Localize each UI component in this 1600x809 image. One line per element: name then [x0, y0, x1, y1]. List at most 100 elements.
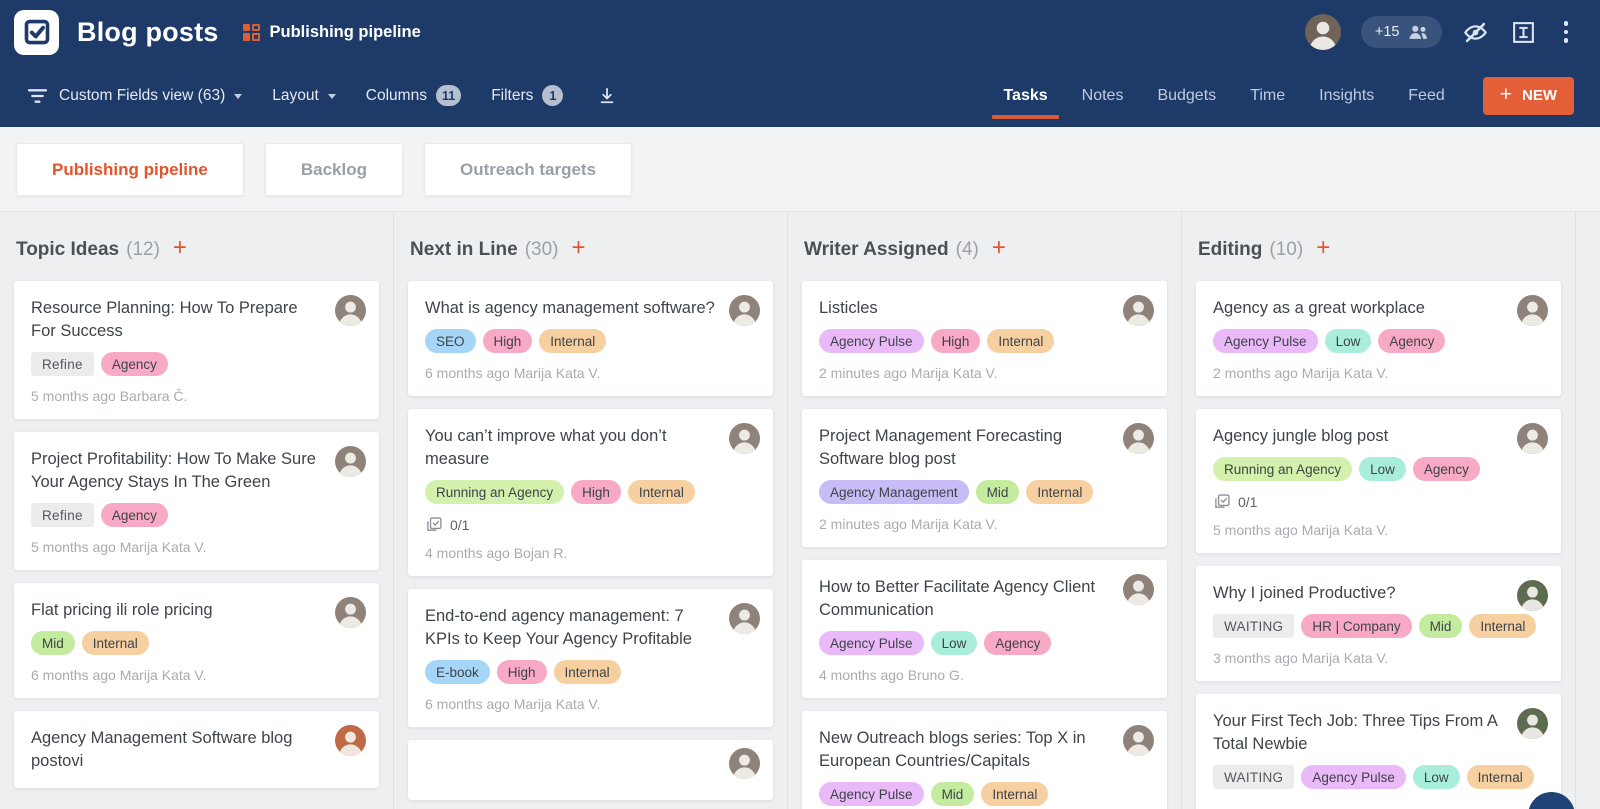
task-meta: 4 months ago Bruno G.: [819, 667, 964, 683]
tag: Agency Management: [819, 480, 969, 504]
task-card[interactable]: You can’t improve what you don’t measure…: [408, 409, 773, 576]
view-tab-backlog[interactable]: Backlog: [264, 143, 403, 196]
person-silhouette-icon: [1520, 586, 1545, 611]
column-count: (10): [1269, 239, 1304, 260]
task-card[interactable]: Flat pricing ili role pricing Mid Intern…: [14, 583, 379, 698]
kanban-column-writer-assigned: Writer Assigned (4) + Listicles Agency P…: [788, 212, 1182, 809]
download-icon: [601, 87, 614, 103]
task-card[interactable]: Listicles Agency Pulse High Internal 2 m…: [802, 281, 1167, 396]
task-card[interactable]: Why I joined Productive? WAITING HR | Co…: [1196, 566, 1561, 681]
kanban-column-next-in-line: Next in Line (30) + What is agency manag…: [394, 212, 788, 809]
layout-dropdown[interactable]: Layout: [272, 87, 336, 105]
task-title: New Outreach blogs series: Top X in Euro…: [819, 729, 1086, 770]
person-silhouette-icon: [1520, 429, 1545, 454]
checkbox-logo-icon: [24, 19, 49, 45]
text-panel-icon: [1513, 21, 1534, 43]
tag: Running an Agency: [1213, 457, 1353, 481]
columns-button[interactable]: Columns 11: [365, 85, 462, 106]
chevron-down-icon: [327, 94, 336, 99]
filter-lines-icon[interactable]: [28, 88, 47, 104]
assignee-avatar: [729, 603, 760, 634]
columns-label: Columns: [365, 86, 427, 104]
tab-feed[interactable]: Feed: [1408, 66, 1444, 126]
assignee-avatar: [729, 423, 760, 454]
tab-budgets[interactable]: Budgets: [1157, 66, 1216, 126]
task-title: Agency jungle blog post: [1213, 427, 1389, 445]
tag: Mid: [1418, 614, 1463, 638]
column-title: Topic Ideas: [16, 239, 120, 260]
assignee-avatar: [1517, 295, 1548, 326]
tab-insights[interactable]: Insights: [1319, 66, 1374, 126]
checklist-indicator: 0/1: [426, 516, 757, 533]
task-card[interactable]: [408, 740, 773, 800]
task-card[interactable]: Project Profitability: How To Make Sure …: [14, 432, 379, 570]
tag: Agency Pulse: [1301, 765, 1406, 789]
task-meta: 6 months ago Marija Kata V.: [425, 696, 601, 712]
checklist-icon: [427, 517, 442, 531]
add-task-button[interactable]: +: [173, 236, 187, 260]
assignee-avatar: [729, 295, 760, 326]
task-card[interactable]: What is agency management software? SEO …: [408, 281, 773, 396]
tab-tasks[interactable]: Tasks: [992, 66, 1059, 126]
task-title: You can’t improve what you don’t measure: [425, 427, 667, 468]
task-card[interactable]: New Outreach blogs series: Top X in Euro…: [802, 711, 1167, 809]
person-silhouette-icon: [732, 754, 757, 779]
person-silhouette-icon: [1308, 21, 1337, 50]
status-badge: Refine: [31, 503, 94, 527]
person-silhouette-icon: [1126, 429, 1151, 454]
task-card[interactable]: Your First Tech Job: Three Tips From A T…: [1196, 694, 1561, 809]
add-task-button[interactable]: +: [571, 236, 585, 260]
assignee-avatar: [335, 295, 366, 326]
task-meta: 2 minutes ago Marija Kata V.: [819, 516, 998, 532]
breadcrumb[interactable]: Publishing pipeline: [242, 23, 421, 42]
view-tab-outreach-targets[interactable]: Outreach targets: [423, 143, 633, 196]
task-card[interactable]: Project Management Forecasting Software …: [802, 409, 1167, 547]
person-silhouette-icon: [338, 731, 363, 756]
task-title: Flat pricing ili role pricing: [31, 601, 213, 619]
kanban-column-topic-ideas: Topic Ideas (12) + Resource Planning: Ho…: [0, 212, 394, 809]
person-silhouette-icon: [732, 429, 757, 454]
task-card[interactable]: End-to-end agency management: 7 KPIs to …: [408, 589, 773, 727]
add-task-button[interactable]: +: [992, 236, 1006, 260]
new-button[interactable]: + NEW: [1482, 76, 1574, 115]
view-selector-label: Custom Fields view (63): [59, 86, 226, 104]
more-options-button[interactable]: [1558, 21, 1575, 43]
assignee-avatar: [335, 725, 366, 756]
task-title: Project Profitability: How To Make Sure …: [31, 450, 316, 491]
person-silhouette-icon: [1520, 714, 1545, 739]
task-card[interactable]: How to Better Facilitate Agency Client C…: [802, 560, 1167, 698]
tab-time[interactable]: Time: [1250, 66, 1285, 126]
export-button[interactable]: [597, 86, 617, 106]
view-selector-dropdown[interactable]: Custom Fields view (63): [59, 86, 243, 105]
user-avatar[interactable]: [1304, 14, 1341, 50]
task-card[interactable]: Agency as a great workplace Agency Pulse…: [1196, 281, 1561, 396]
tag: Internal: [981, 782, 1049, 806]
checklist-indicator: 0/1: [1214, 493, 1545, 510]
kanban-column-editing: Editing (10) + Agency as a great workpla…: [1182, 212, 1576, 809]
side-panel-button[interactable]: [1510, 18, 1538, 46]
task-card[interactable]: Agency jungle blog post Running an Agenc…: [1196, 409, 1561, 553]
assignee-avatar: [335, 597, 366, 628]
task-card[interactable]: Resource Planning: How To Prepare For Su…: [14, 281, 379, 419]
app-header: Blog posts Publishing pipeline +15 Custo…: [0, 0, 1600, 127]
productive-logo[interactable]: [14, 9, 59, 55]
tag: Agency: [100, 503, 168, 527]
view-tab-publishing-pipeline[interactable]: Publishing pipeline: [16, 143, 244, 196]
task-title: Agency Management Software blog postovi: [31, 729, 293, 770]
filters-button[interactable]: Filters 1: [491, 85, 564, 106]
page-title: Blog posts: [77, 16, 219, 47]
layout-label: Layout: [272, 86, 319, 104]
tag: Agency Pulse: [819, 329, 924, 353]
assignee-avatar: [1123, 295, 1154, 326]
hide-view-button[interactable]: [1462, 18, 1490, 46]
add-task-button[interactable]: +: [1316, 236, 1330, 260]
board-view-tabs: Publishing pipeline Backlog Outreach tar…: [0, 127, 1600, 212]
task-meta: 5 months ago Barbara Č.: [31, 388, 188, 404]
tab-notes[interactable]: Notes: [1082, 66, 1124, 126]
task-card[interactable]: Agency Management Software blog postovi: [14, 711, 379, 788]
tag: E-book: [425, 660, 490, 684]
plus-icon: +: [1499, 83, 1512, 106]
task-meta: 2 minutes ago Marija Kata V.: [819, 365, 998, 381]
collaborators-pill[interactable]: +15: [1360, 16, 1442, 48]
checklist-count: 0/1: [1238, 493, 1258, 510]
